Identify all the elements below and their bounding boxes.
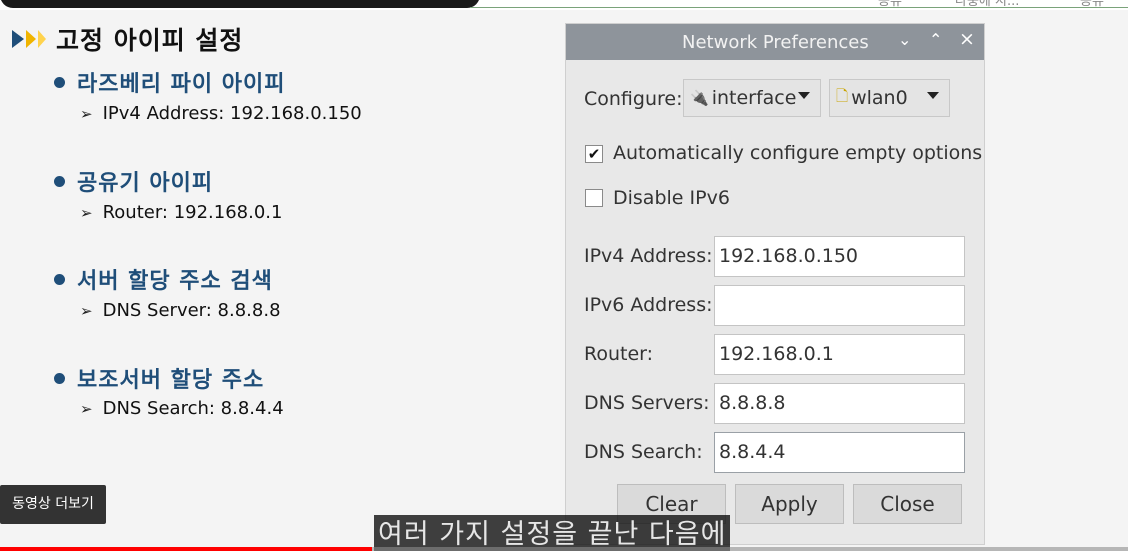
ipv6-address-field[interactable]	[714, 285, 965, 326]
arrow-bullet-icon: ➢	[80, 399, 93, 418]
cut-label-right: 공유	[1080, 0, 1104, 9]
dns-servers-field[interactable]: 8.8.8.8	[714, 383, 965, 424]
network-device-icon: 🗋	[836, 86, 849, 105]
section-detail-dns-search: ➢ DNS Search: 8.8.4.4	[80, 398, 284, 419]
dialog-titlebar[interactable]: Network Preferences ⌄ ⌃ ×	[566, 24, 984, 60]
section-heading-text: 보조서버 할당 주소	[77, 368, 265, 393]
section-heading-router: 공유기 아이피	[54, 165, 213, 197]
bullet-dot-icon	[54, 273, 65, 285]
maximize-icon[interactable]: ⌃	[929, 30, 942, 49]
router-field[interactable]: 192.168.0.1	[714, 334, 965, 375]
top-divider	[470, 7, 1128, 8]
minimize-icon[interactable]: ⌄	[898, 30, 911, 49]
video-progress-bar[interactable]	[0, 547, 1128, 551]
section-detail-text: DNS Search: 8.8.4.4	[102, 398, 284, 419]
slide-title-text: 고정 아이피 설정	[56, 26, 244, 55]
chevron-down-icon	[927, 92, 939, 99]
ipv4-address-field[interactable]: 192.168.0.150	[714, 236, 965, 277]
disable-ipv6-checkbox[interactable]	[585, 189, 603, 207]
arrow-bullet-icon: ➢	[80, 301, 93, 320]
apply-button[interactable]: Apply	[735, 484, 844, 524]
title-arrow-icon	[12, 30, 46, 48]
configure-label: Configure:	[584, 88, 683, 110]
configure-type-value: interface	[711, 87, 797, 109]
cut-label-mid: 나중에 시...	[955, 0, 1020, 9]
cut-label-left: 공유	[878, 0, 902, 9]
video-progress-fill	[0, 547, 373, 551]
configure-type-dropdown[interactable]: 🔌 interface	[683, 79, 821, 117]
slide-title: 고정 아이피 설정	[12, 22, 243, 56]
close-icon[interactable]: ×	[959, 28, 975, 50]
more-videos-button[interactable]: 동영상 더보기	[0, 485, 106, 524]
dialog-title: Network Preferences	[682, 32, 869, 53]
dns-search-label: DNS Search:	[584, 441, 703, 463]
subtitle-caption: 여러 가지 설정을 끝난 다음에	[374, 515, 731, 551]
section-heading-text: 공유기 아이피	[77, 171, 214, 196]
section-heading-pi: 라즈베리 파이 아이피	[54, 66, 285, 98]
player-overlay-pill	[0, 0, 480, 8]
section-detail-text: IPv4 Address: 192.168.0.150	[102, 103, 362, 124]
section-detail-pi: ➢ IPv4 Address: 192.168.0.150	[80, 103, 362, 124]
dns-search-field[interactable]: 8.8.4.4	[714, 432, 965, 473]
bullet-dot-icon	[54, 175, 65, 187]
disable-ipv6-label: Disable IPv6	[613, 187, 730, 209]
arrow-bullet-icon: ➢	[80, 104, 93, 123]
ipv4-address-label: IPv4 Address:	[584, 245, 713, 267]
section-detail-text: Router: 192.168.0.1	[102, 202, 283, 223]
router-label: Router:	[584, 343, 654, 365]
auto-configure-checkbox[interactable]: ✔	[585, 145, 603, 163]
section-detail-router: ➢ Router: 192.168.0.1	[80, 202, 282, 223]
top-strip: 공유 나중에 시... 공유	[0, 0, 1128, 10]
plug-icon: 🔌	[690, 89, 709, 107]
close-button[interactable]: Close	[853, 484, 962, 524]
bullet-dot-icon	[54, 76, 65, 88]
arrow-bullet-icon: ➢	[80, 203, 93, 222]
section-heading-text: 라즈베리 파이 아이피	[77, 72, 286, 97]
configure-target-value: wlan0	[851, 87, 908, 109]
section-heading-text: 서버 할당 주소 검색	[77, 269, 273, 294]
section-detail-dns-server: ➢ DNS Server: 8.8.8.8	[80, 300, 281, 321]
configure-target-dropdown[interactable]: 🗋 wlan0	[829, 79, 950, 117]
auto-configure-label: Automatically configure empty options	[613, 142, 983, 164]
ipv6-address-label: IPv6 Address:	[584, 294, 713, 316]
section-heading-dns-search: 보조서버 할당 주소	[54, 362, 264, 394]
section-detail-text: DNS Server: 8.8.8.8	[102, 300, 281, 321]
dns-servers-label: DNS Servers:	[584, 392, 710, 414]
chevron-down-icon	[798, 92, 810, 99]
bullet-dot-icon	[54, 372, 65, 384]
section-heading-dns-server: 서버 할당 주소 검색	[54, 263, 273, 295]
